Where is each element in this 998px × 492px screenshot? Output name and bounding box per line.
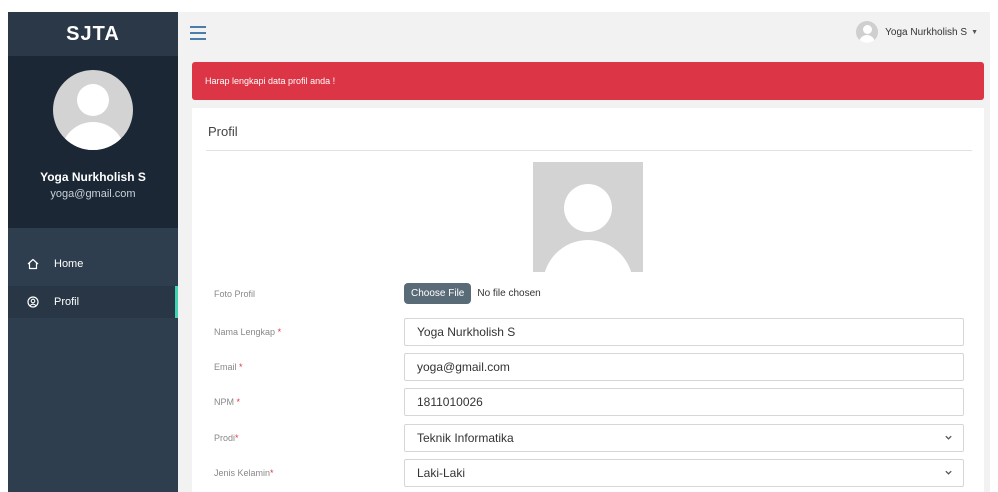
alert-text: Harap lengkapi data profil anda !	[205, 76, 336, 86]
brand-logo[interactable]: SJTA	[8, 12, 178, 56]
form-row-photo: Foto Profil Choose File No file chosen	[214, 280, 974, 308]
caret-down-icon: ▼	[971, 28, 978, 36]
form-row-npm: NPM * 1811010026	[214, 388, 974, 416]
sidebar-user-name: Yoga Nurkholish S	[40, 170, 146, 184]
user-circle-icon	[26, 295, 40, 309]
chevron-down-icon	[944, 433, 953, 445]
sidebar: SJTA Yoga Nurkholish S yoga@gmail.com Ho…	[8, 12, 178, 492]
profile-photo-placeholder	[533, 162, 643, 272]
choose-file-button[interactable]: Choose File	[404, 283, 472, 304]
form-row-email: Email * yoga@gmail.com	[214, 353, 974, 381]
avatar	[53, 70, 133, 150]
sidebar-user-email: yoga@gmail.com	[50, 188, 136, 200]
divider	[206, 150, 972, 151]
gender-label: Jenis Kelamin*	[214, 468, 274, 478]
chevron-down-icon	[944, 468, 953, 480]
full-name-input[interactable]: Yoga Nurkholish S	[404, 318, 964, 346]
gender-select[interactable]: Laki-Laki	[404, 459, 964, 487]
user-panel: Yoga Nurkholish S yoga@gmail.com	[8, 56, 178, 228]
sidebar-item-profil[interactable]: Profil	[8, 286, 178, 318]
profile-card: Profil Foto Profil Choose File No file c…	[192, 108, 984, 492]
name-label: Nama Lengkap *	[214, 327, 282, 337]
email-label: Email *	[214, 362, 243, 372]
app-root: SJTA Yoga Nurkholish S yoga@gmail.com Ho…	[0, 0, 998, 492]
topbar-username: Yoga Nurkholish S	[885, 26, 968, 38]
page-title: Profil	[208, 124, 238, 139]
sidebar-item-home[interactable]: Home	[8, 248, 178, 280]
prodi-label: Prodi*	[214, 433, 239, 443]
form-row-name: Nama Lengkap * Yoga Nurkholish S	[214, 318, 974, 346]
topbar: Yoga Nurkholish S ▼	[178, 12, 990, 54]
npm-input[interactable]: 1811010026	[404, 388, 964, 416]
email-input[interactable]: yoga@gmail.com	[404, 353, 964, 381]
user-avatar-icon	[856, 21, 879, 43]
npm-label: NPM *	[214, 397, 241, 407]
prodi-select[interactable]: Teknik Informatika	[404, 424, 964, 452]
file-input: Choose File No file chosen	[404, 283, 541, 304]
file-status: No file chosen	[477, 288, 541, 299]
menu-toggle-icon[interactable]	[190, 26, 206, 40]
sidebar-item-label: Home	[54, 258, 84, 270]
form-row-prodi: Prodi* Teknik Informatika	[214, 424, 974, 452]
main-content: Harap lengkapi data profil anda ! Profil…	[178, 54, 990, 492]
alert-banner: Harap lengkapi data profil anda !	[192, 62, 984, 100]
sidebar-item-label: Profil	[54, 296, 80, 308]
user-menu[interactable]: Yoga Nurkholish S ▼	[856, 21, 978, 43]
photo-label: Foto Profil	[214, 289, 256, 299]
form-row-gender: Jenis Kelamin* Laki-Laki	[214, 459, 974, 487]
sidebar-nav: Home Profil	[8, 248, 178, 318]
home-icon	[26, 257, 40, 271]
